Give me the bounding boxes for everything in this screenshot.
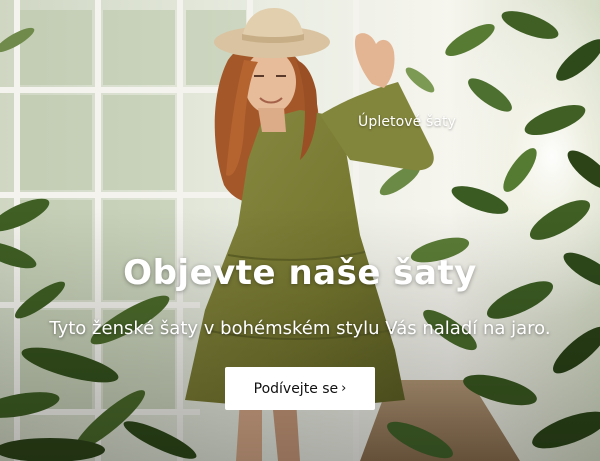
product-tag-label[interactable]: Úpletové šaty — [358, 114, 456, 130]
banner-subheadline: Tyto ženské šaty v bohémském stylu Vás n… — [49, 318, 551, 339]
hero-banner[interactable]: Úpletové šaty Objevte naše šaty Tyto žen… — [0, 0, 600, 461]
banner-headline: Objevte naše šaty — [123, 253, 477, 293]
cta-button-label: Podívejte se — [253, 380, 339, 397]
cta-button[interactable]: Podívejte se › — [225, 367, 375, 410]
chevron-right-icon: › — [341, 381, 347, 396]
